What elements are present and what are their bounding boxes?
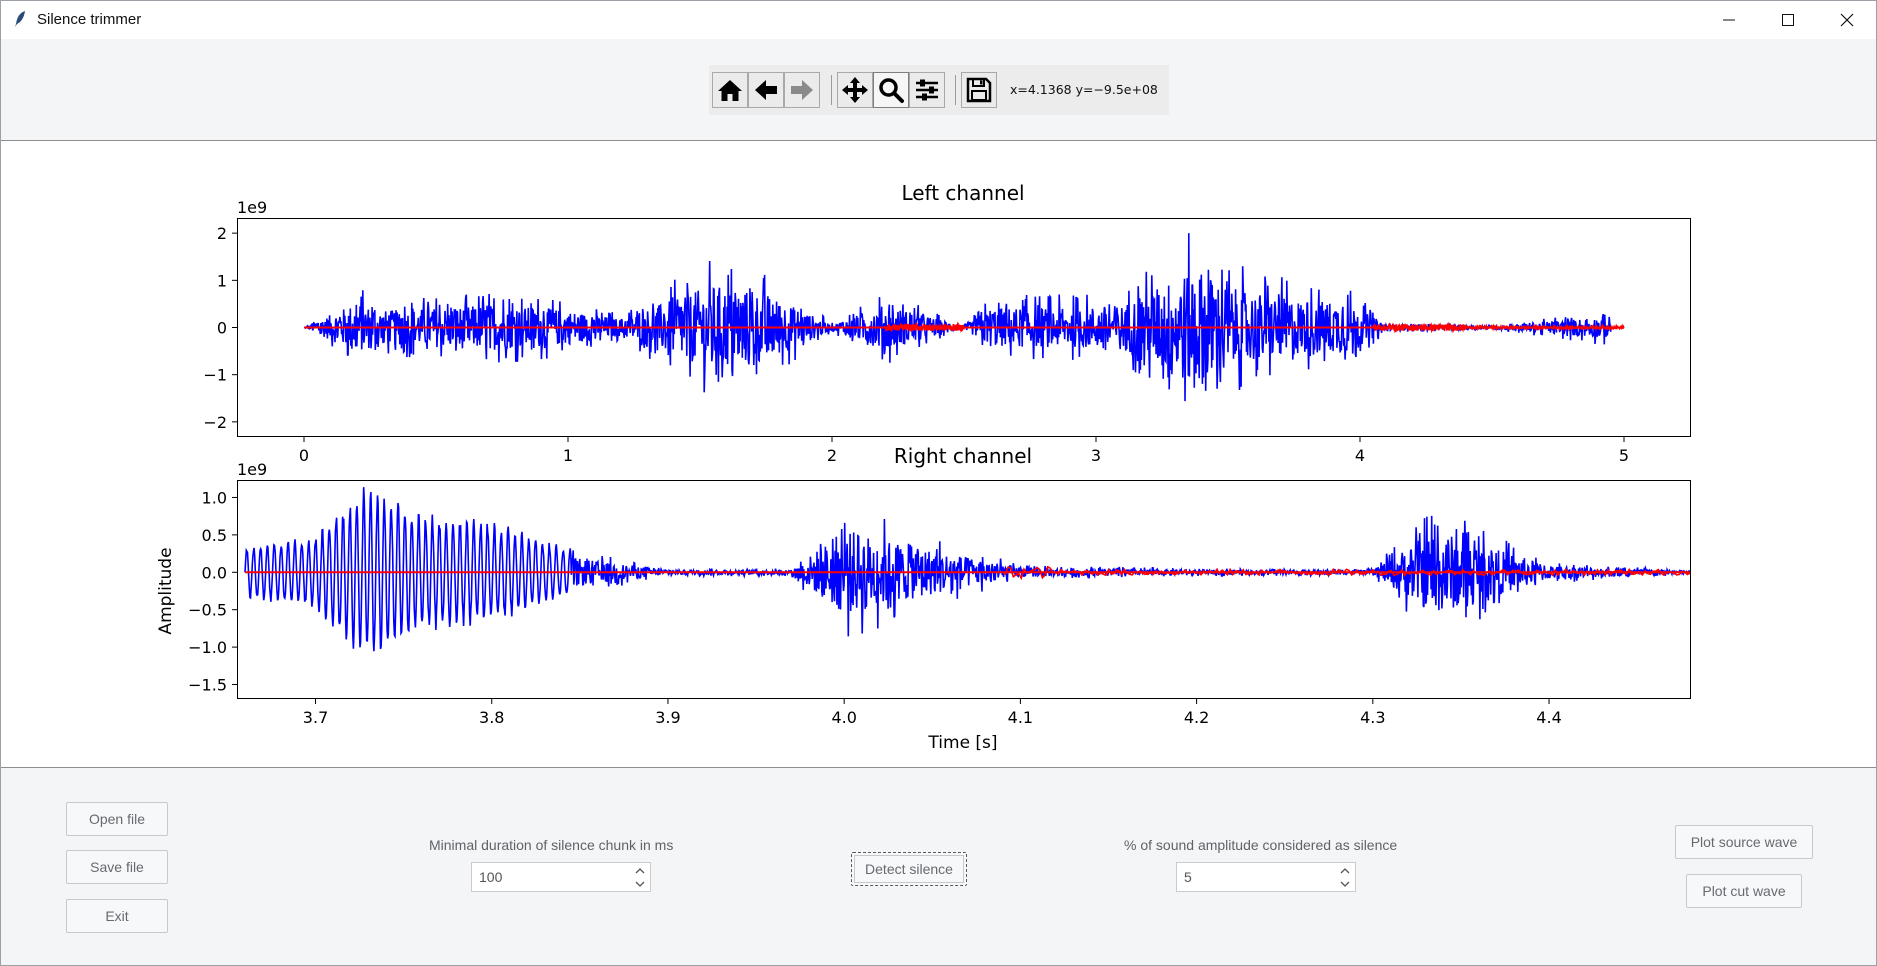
right-x-tick-label: 3.8 xyxy=(479,708,504,727)
right-y-axis-label: Amplitude xyxy=(156,547,176,634)
left-y-tick-label: −2 xyxy=(203,413,227,432)
sliders-icon xyxy=(916,79,938,101)
spin-up-icon[interactable] xyxy=(1339,865,1351,877)
amplitude-label: % of sound amplitude considered as silen… xyxy=(1124,837,1398,853)
cursor-coordinates: x=4.1368 y=−9.5e+08 xyxy=(1010,82,1158,97)
left-waveform xyxy=(303,233,1625,402)
close-button[interactable] xyxy=(1818,1,1876,39)
spin-down-icon[interactable] xyxy=(634,878,646,890)
left-x-tick-label: 3 xyxy=(1091,446,1101,465)
feather-icon xyxy=(15,11,25,27)
left-x-tick-label: 4 xyxy=(1355,446,1365,465)
right-y-axis: 1.0 0.5 0.0 −0.5 −1.0 −1.5 xyxy=(188,488,238,695)
right-x-axis: 3.7 3.8 3.9 4.0 4.1 4.2 4.3 4.4 xyxy=(303,698,1562,727)
left-y-tick-label: 1 xyxy=(217,271,227,290)
right-y-tick-label: 0.0 xyxy=(202,563,227,582)
home-button[interactable] xyxy=(712,72,748,108)
right-blue-series xyxy=(244,487,1690,652)
detect-silence-button[interactable]: Detect silence xyxy=(851,852,967,886)
right-y-tick-label: −1.5 xyxy=(188,676,227,695)
right-chart-title: Right channel xyxy=(894,444,1032,468)
left-chart-title: Left channel xyxy=(901,181,1024,205)
right-y-tick-label: 1.0 xyxy=(202,488,227,507)
toolbar-area: x=4.1368 y=−9.5e+08 xyxy=(1,39,1876,141)
toolbar-separator xyxy=(955,75,956,105)
minimize-icon xyxy=(1723,19,1735,21)
min-duration-spinbox[interactable]: 100 xyxy=(471,862,651,892)
amplitude-spinbox[interactable]: 5 xyxy=(1176,862,1356,892)
right-x-tick-label: 4.3 xyxy=(1360,708,1385,727)
maximize-button[interactable] xyxy=(1759,1,1817,39)
app-window: Silence trimmer x=4.1368 y=−9.5e+08 Left… xyxy=(0,0,1877,966)
arrow-right-icon xyxy=(791,80,813,100)
toolbar-separator xyxy=(831,75,832,105)
magnifier-icon xyxy=(879,78,904,103)
zoom-button[interactable] xyxy=(873,72,909,108)
right-x-tick-label: 4.0 xyxy=(831,708,856,727)
left-y-tick-label: 0 xyxy=(217,319,227,338)
right-x-tick-label: 3.9 xyxy=(655,708,680,727)
controls-panel: Open file Save file Exit Minimal duratio… xyxy=(1,768,1876,965)
right-waveform xyxy=(244,487,1690,652)
left-x-tick-label: 2 xyxy=(827,446,837,465)
save-figure-button[interactable] xyxy=(961,72,997,108)
left-y-axis: 2 1 0 −1 −2 xyxy=(203,224,238,432)
maximize-icon xyxy=(1782,14,1794,26)
plot-source-wave-button[interactable]: Plot source wave xyxy=(1675,825,1813,859)
plot-cut-wave-button[interactable]: Plot cut wave xyxy=(1686,874,1802,908)
arrow-left-icon xyxy=(755,80,777,100)
right-x-tick-label: 4.4 xyxy=(1536,708,1561,727)
plot-canvas[interactable]: Left channel 1e9 2 1 0 −1 −2 0 1 2 3 4 5 Right ch… xyxy=(1,141,1876,768)
left-y-tick-label: −1 xyxy=(203,366,227,385)
right-x-axis-label: Time [s] xyxy=(927,733,997,753)
open-file-button[interactable]: Open file xyxy=(66,802,168,836)
close-icon xyxy=(1840,13,1854,27)
waveform-charts: Left channel 1e9 2 1 0 −1 −2 0 1 2 3 4 5 Right ch… xyxy=(156,181,1691,753)
left-x-tick-label: 5 xyxy=(1619,446,1629,465)
back-button[interactable] xyxy=(748,72,784,108)
left-x-tick-label: 0 xyxy=(299,446,309,465)
right-channel-chart: Right channel 1e9 1.00.50.0−0.5−1.0−1.5 … xyxy=(156,444,1691,753)
minimize-button[interactable] xyxy=(1700,1,1758,39)
home-icon xyxy=(718,80,742,101)
forward-button[interactable] xyxy=(784,72,820,108)
window-title: Silence trimmer xyxy=(37,11,142,28)
floppy-disk-icon xyxy=(966,77,992,103)
right-y-tick-label: −1.0 xyxy=(188,638,227,657)
amplitude-value: 5 xyxy=(1184,869,1192,885)
min-duration-label: Minimal duration of silence chunk in ms xyxy=(429,837,674,853)
left-y-exponent: 1e9 xyxy=(237,198,267,217)
right-x-tick-label: 3.7 xyxy=(303,708,328,727)
title-bar: Silence trimmer xyxy=(1,1,1876,39)
right-x-tick-label: 4.1 xyxy=(1008,708,1033,727)
spin-down-icon[interactable] xyxy=(1339,878,1351,890)
right-x-tick-label: 4.2 xyxy=(1184,708,1209,727)
left-blue-series xyxy=(303,233,1612,402)
right-y-tick-label: −0.5 xyxy=(188,601,227,620)
right-y-tick-label: 0.5 xyxy=(202,526,227,545)
move-icon xyxy=(842,77,868,103)
right-y-exponent: 1e9 xyxy=(237,460,267,479)
configure-subplots-button[interactable] xyxy=(909,72,945,108)
min-duration-value: 100 xyxy=(479,869,503,885)
left-channel-chart: Left channel 1e9 2 1 0 −1 −2 0 1 2 3 4 5 xyxy=(203,181,1691,465)
left-x-tick-label: 1 xyxy=(563,446,573,465)
left-y-tick-label: 2 xyxy=(217,224,227,243)
plot-toolbar: x=4.1368 y=−9.5e+08 xyxy=(709,65,1169,115)
exit-button[interactable]: Exit xyxy=(66,899,168,933)
spin-up-icon[interactable] xyxy=(634,865,646,877)
save-file-button[interactable]: Save file xyxy=(66,850,168,884)
pan-button[interactable] xyxy=(837,72,873,108)
